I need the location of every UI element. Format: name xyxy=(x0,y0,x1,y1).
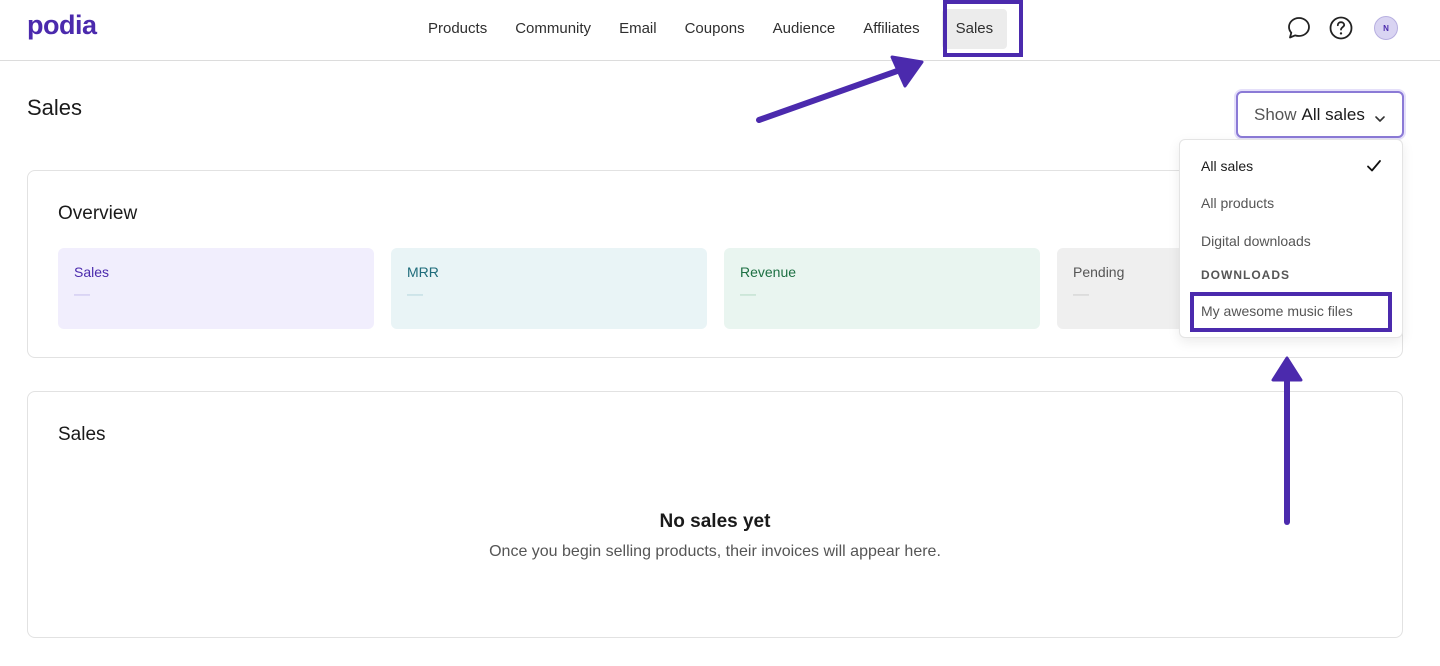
nav-products[interactable]: Products xyxy=(414,9,501,49)
stat-value: — xyxy=(407,286,423,303)
stat-label: Revenue xyxy=(740,264,797,280)
stat-sales: Sales — xyxy=(58,248,374,329)
nav-email[interactable]: Email xyxy=(605,9,671,49)
checkmark-icon xyxy=(1366,158,1382,179)
nav-community[interactable]: Community xyxy=(501,9,605,49)
header-actions: N xyxy=(1286,15,1398,41)
sales-nav-highlight-box xyxy=(943,0,1023,57)
stat-label: Sales xyxy=(74,264,110,280)
nav-audience[interactable]: Audience xyxy=(759,9,850,49)
main-nav: Products Community Email Coupons Audienc… xyxy=(414,6,1008,52)
filter-value: All sales xyxy=(1301,104,1365,124)
empty-state-title: No sales yet xyxy=(659,511,771,532)
help-circle-icon[interactable] xyxy=(1328,15,1354,41)
menu-item-all-products[interactable]: All products xyxy=(1201,195,1274,211)
page-title: Sales xyxy=(27,95,83,120)
show-filter-select[interactable]: Show All sales xyxy=(1236,91,1404,138)
menu-section-heading: DOWNLOADS xyxy=(1201,268,1290,282)
stat-value: — xyxy=(740,286,756,303)
sales-list-card: Sales No sales yet Once you begin sellin… xyxy=(27,391,1403,638)
arrow-to-sales-nav xyxy=(756,55,924,123)
overview-title: Overview xyxy=(58,203,138,224)
stat-revenue: Revenue — xyxy=(724,248,1040,329)
menu-item-all-sales[interactable]: All sales xyxy=(1201,158,1253,174)
empty-state-description: Once you begin selling products, their i… xyxy=(489,543,941,560)
top-nav-bar: podia Products Community Email Coupons A… xyxy=(0,0,1440,61)
stat-label: MRR xyxy=(407,264,439,280)
filter-prefix: Show xyxy=(1254,104,1297,124)
menu-item-digital-downloads[interactable]: Digital downloads xyxy=(1201,233,1311,249)
podia-logo[interactable]: podia xyxy=(27,10,97,41)
user-avatar[interactable]: N xyxy=(1374,16,1398,40)
nav-coupons[interactable]: Coupons xyxy=(671,9,759,49)
nav-affiliates[interactable]: Affiliates xyxy=(849,9,933,49)
sales-section-title: Sales xyxy=(58,424,106,445)
chevron-down-icon xyxy=(1374,110,1386,130)
chat-bubble-icon[interactable] xyxy=(1286,15,1312,41)
stat-mrr: MRR — xyxy=(391,248,707,329)
stat-value: — xyxy=(74,286,90,303)
music-files-highlight-box xyxy=(1190,292,1392,332)
